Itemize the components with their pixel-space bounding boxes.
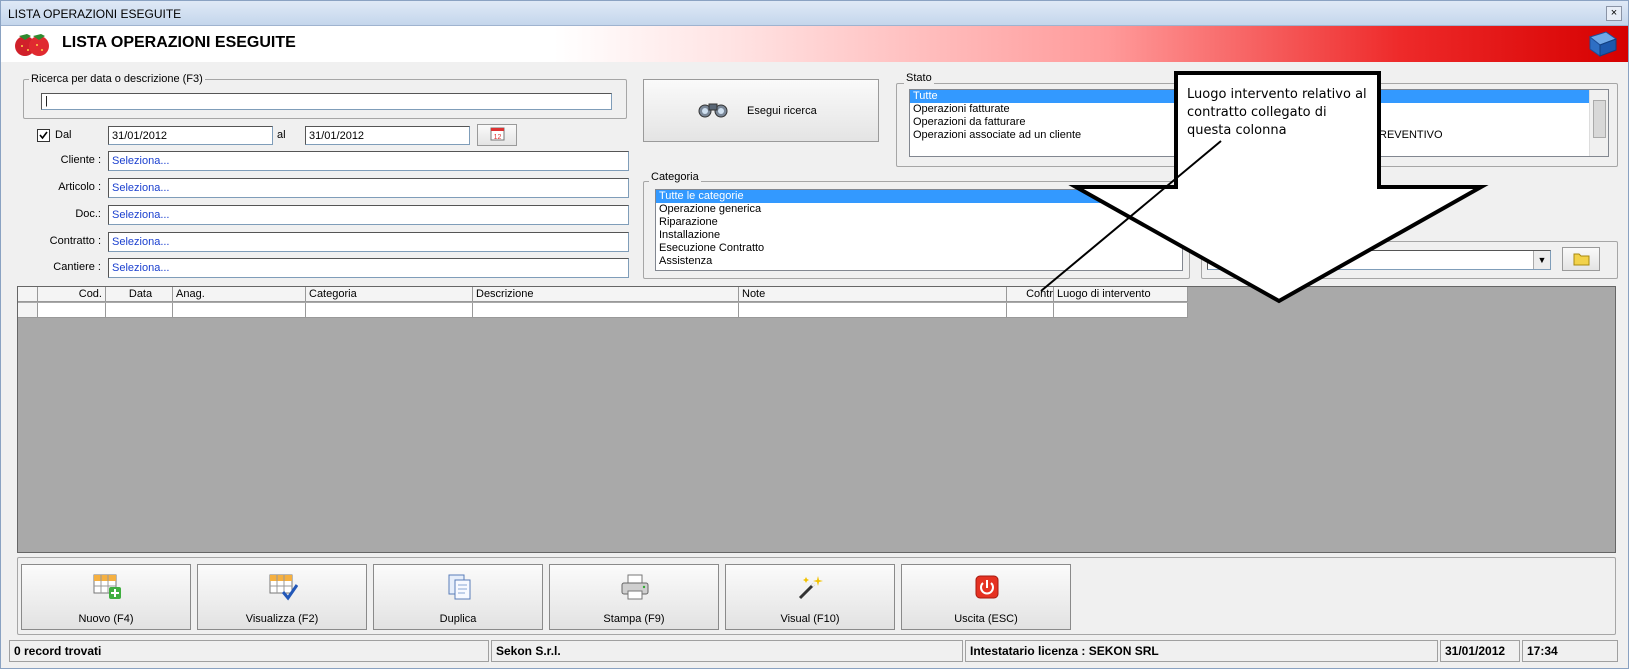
- callout-text: Luogo intervento relativo al contratto c…: [1187, 87, 1367, 138]
- annotation-overlay: [1040, 71, 1489, 304]
- app-window: LISTA OPERAZIONI ESEGUITE × LISTA OPERAZ…: [0, 0, 1629, 669]
